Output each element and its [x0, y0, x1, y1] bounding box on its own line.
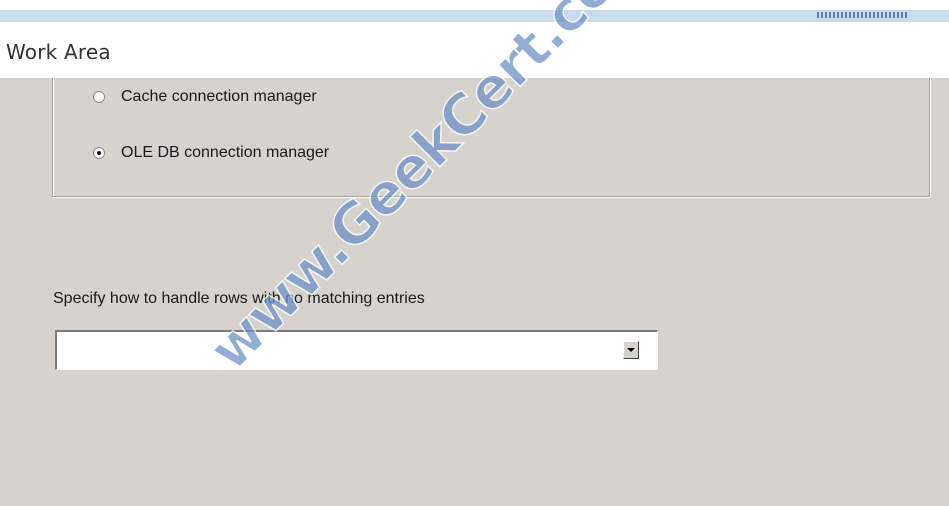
cache-connection-label: Cache connection manager	[121, 88, 317, 105]
no-match-select[interactable]	[55, 330, 658, 370]
top-strip	[0, 0, 949, 22]
cache-connection-option[interactable]: Cache connection manager	[93, 88, 317, 106]
title-band	[0, 10, 949, 22]
page-title: Work Area	[6, 40, 111, 64]
oledb-connection-radio[interactable]	[93, 147, 105, 159]
no-match-label: Specify how to handle rows with no match…	[53, 290, 425, 307]
oledb-connection-option[interactable]: OLE DB connection manager	[93, 144, 329, 162]
chevron-down-icon	[627, 348, 635, 352]
connection-type-groupbox: Cache connection manager OLE DB connecti…	[52, 78, 930, 197]
dropdown-button[interactable]	[623, 341, 639, 359]
oledb-connection-label: OLE DB connection manager	[121, 144, 330, 161]
dialog-panel: Cache connection manager OLE DB connecti…	[0, 0, 949, 506]
cache-connection-radio[interactable]	[93, 91, 105, 103]
resize-grip-icon[interactable]	[817, 12, 907, 18]
work-area-header: Work Area	[0, 22, 949, 78]
